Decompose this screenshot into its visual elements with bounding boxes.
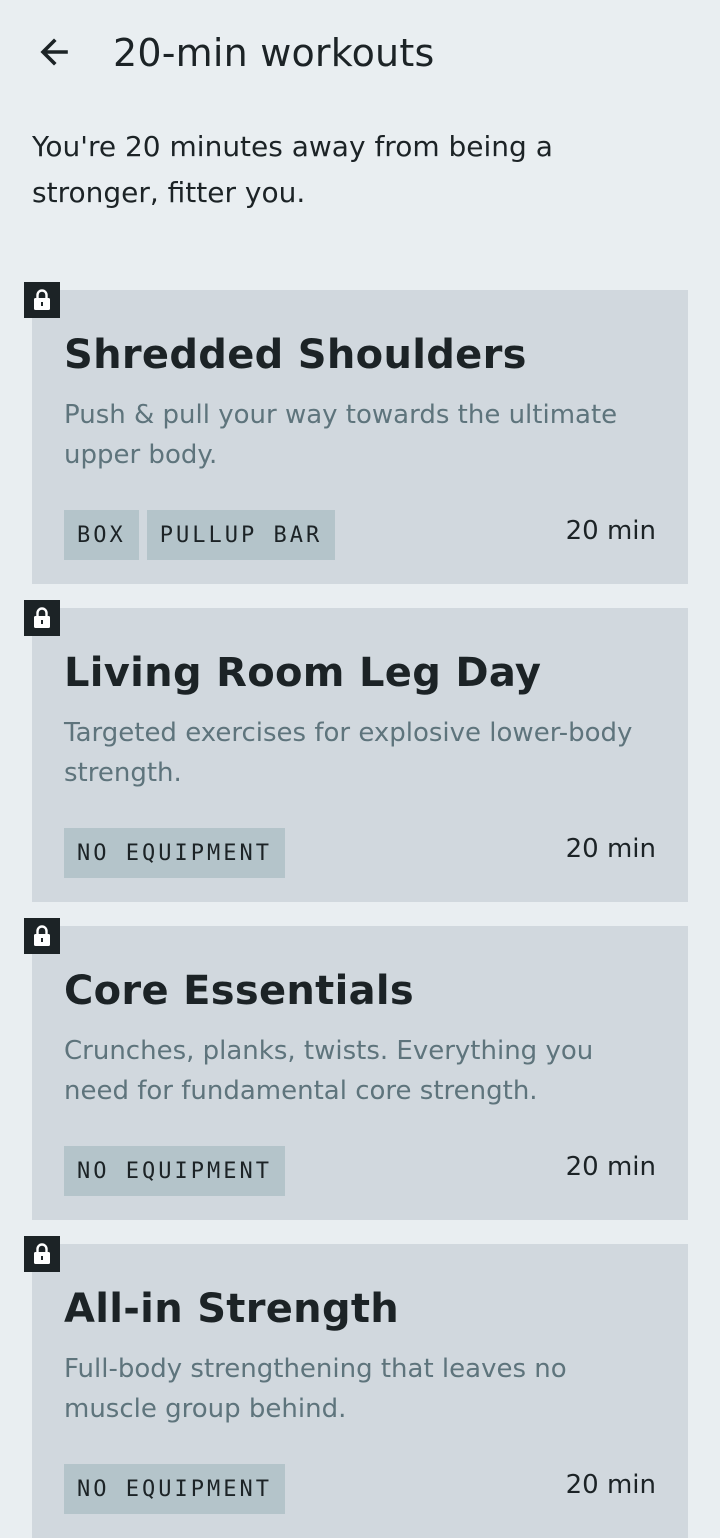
workout-title: All-in Strength bbox=[64, 1286, 400, 1332]
lock-icon bbox=[24, 1236, 60, 1272]
workout-title: Shredded Shoulders bbox=[64, 332, 527, 378]
workout-description: Push & pull your way towards the ultimat… bbox=[64, 400, 618, 470]
lock-icon bbox=[24, 600, 60, 636]
equipment-tag: PULLUP BAR bbox=[146, 510, 336, 560]
workout-card[interactable]: Core Essentials Crunches, planks, twists… bbox=[32, 926, 688, 1220]
equipment-tag: NO EQUIPMENT bbox=[64, 828, 285, 878]
equipment-tag: BOX bbox=[64, 510, 139, 560]
workout-card[interactable]: Shredded Shoulders Push & pull your way … bbox=[32, 290, 688, 584]
workout-duration: 20 min bbox=[565, 1470, 656, 1500]
workout-duration: 20 min bbox=[565, 516, 656, 546]
equipment-tags: NO EQUIPMENT bbox=[64, 1146, 285, 1196]
workout-card[interactable]: Living Room Leg Day Targeted exercises f… bbox=[32, 608, 688, 902]
workout-description: Targeted exercises for explosive lower-b… bbox=[64, 718, 633, 788]
workout-title: Living Room Leg Day bbox=[64, 650, 542, 696]
workout-duration: 20 min bbox=[565, 1152, 656, 1182]
workout-description: Full-body strengthening that leaves no m… bbox=[64, 1354, 567, 1424]
equipment-tags: BOX PULLUP BAR bbox=[64, 510, 336, 560]
workout-duration: 20 min bbox=[565, 834, 656, 864]
equipment-tags: NO EQUIPMENT bbox=[64, 828, 285, 878]
intro-text: You're 20 minutes away from being a stro… bbox=[32, 130, 553, 209]
lock-icon bbox=[24, 282, 60, 318]
workout-title: Core Essentials bbox=[64, 968, 415, 1014]
page-title: 20-min workouts bbox=[113, 31, 435, 75]
equipment-tag: NO EQUIPMENT bbox=[64, 1146, 285, 1196]
app-header: 20-min workouts bbox=[0, 0, 720, 108]
arrow-left-icon bbox=[36, 34, 72, 74]
workout-card[interactable]: All-in Strength Full-body strengthening … bbox=[32, 1244, 688, 1538]
workout-description: Crunches, planks, twists. Everything you… bbox=[64, 1036, 594, 1106]
lock-icon bbox=[24, 918, 60, 954]
back-button[interactable] bbox=[26, 26, 82, 82]
